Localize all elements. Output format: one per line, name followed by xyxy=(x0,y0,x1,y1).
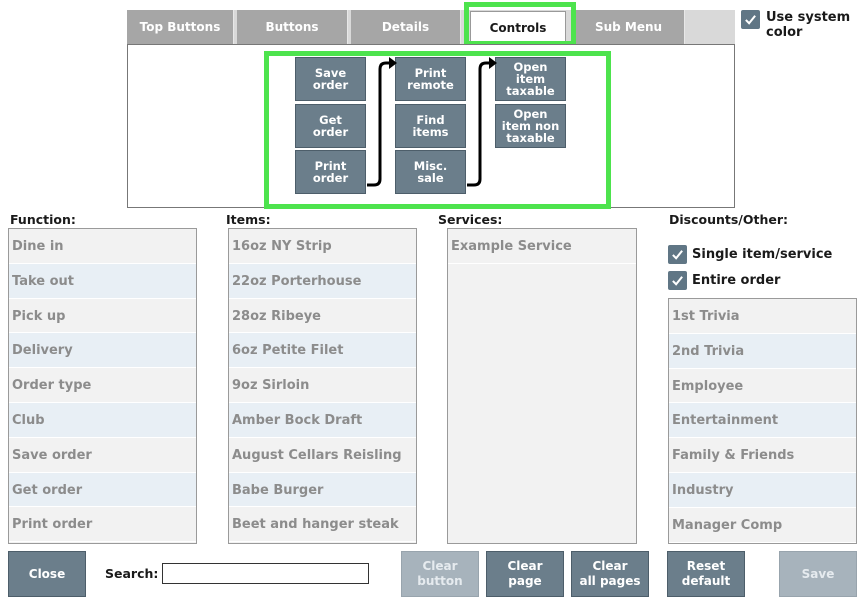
items-heading: Items: xyxy=(226,212,271,227)
list-item[interactable]: Print order xyxy=(9,507,196,543)
list-item[interactable]: 22oz Porterhouse xyxy=(229,263,416,299)
list-item[interactable]: August Cellars Reisling xyxy=(229,437,416,473)
entire-order-toggle[interactable]: Entire order xyxy=(668,271,780,290)
list-item[interactable]: 1st Trivia xyxy=(669,299,856,334)
checkbox-checked-icon[interactable] xyxy=(668,271,687,290)
list-item[interactable]: 28oz Ribeye xyxy=(229,298,416,334)
items-list[interactable]: 16oz NY Strip 22oz Porterhouse 28oz Ribe… xyxy=(228,228,417,544)
discounts-list[interactable]: 1st Trivia 2nd Trivia Employee Entertain… xyxy=(668,298,857,544)
list-item[interactable]: Manager Comp xyxy=(669,507,856,543)
reset-default-button[interactable]: Reset default xyxy=(667,551,745,597)
search-input[interactable] xyxy=(162,563,369,584)
list-item[interactable]: 16oz NY Strip xyxy=(229,229,416,264)
discounts-heading: Discounts/Other: xyxy=(669,212,789,227)
search-label: Search: xyxy=(105,566,159,581)
list-item[interactable]: Order type xyxy=(9,368,196,403)
list-item[interactable]: Take out xyxy=(9,263,196,299)
list-item[interactable]: Dine in xyxy=(9,229,196,264)
tab-sub-menu[interactable]: Sub Menu xyxy=(573,10,685,44)
tab-details[interactable]: Details xyxy=(351,10,461,44)
list-item[interactable]: 2nd Trivia xyxy=(669,333,856,369)
list-item[interactable]: Industry xyxy=(669,472,856,508)
list-item[interactable]: Employee xyxy=(669,368,856,404)
list-item[interactable]: Delivery xyxy=(9,333,196,369)
function-list[interactable]: Dine in Take out Pick up Delivery Order … xyxy=(8,228,197,544)
tab-top-buttons[interactable]: Top Buttons xyxy=(127,10,234,44)
clear-page-button[interactable]: Clear page xyxy=(486,551,564,597)
tab-bar: Top Buttons Buttons Details Controls Sub… xyxy=(127,10,735,44)
clear-button-button[interactable]: Clear button xyxy=(401,551,479,597)
list-item[interactable]: Save order xyxy=(9,437,196,473)
list-item[interactable]: Amber Bock Draft xyxy=(229,402,416,438)
preview-highlight xyxy=(264,51,611,209)
checkbox-checked-icon[interactable] xyxy=(741,10,760,29)
list-item[interactable]: 6oz Petite Filet xyxy=(229,333,416,369)
use-system-color-toggle[interactable]: Use system color xyxy=(741,10,850,40)
list-item[interactable]: Babe Burger xyxy=(229,472,416,508)
clear-all-pages-button[interactable]: Clear all pages xyxy=(571,551,649,597)
single-item-service-toggle[interactable]: Single item/service xyxy=(668,245,832,264)
single-item-service-label: Single item/service xyxy=(692,247,833,262)
entire-order-label: Entire order xyxy=(692,273,781,288)
list-item[interactable]: 9oz Sirloin xyxy=(229,368,416,403)
services-heading: Services: xyxy=(438,212,503,227)
use-system-color-label: Use system color xyxy=(766,10,851,40)
function-heading: Function: xyxy=(10,212,76,227)
save-button[interactable]: Save xyxy=(779,551,857,597)
list-item[interactable]: Beet and hanger steak xyxy=(229,507,416,543)
list-item[interactable]: Club xyxy=(9,402,196,438)
services-list[interactable]: Example Service xyxy=(447,228,637,544)
list-item[interactable]: Family & Friends xyxy=(669,438,856,473)
list-item[interactable]: Pick up xyxy=(9,298,196,334)
checkbox-checked-icon[interactable] xyxy=(668,245,687,264)
close-button[interactable]: Close xyxy=(8,551,86,597)
list-item[interactable]: Entertainment xyxy=(669,403,856,439)
tab-buttons[interactable]: Buttons xyxy=(237,10,348,44)
list-item[interactable]: Get order xyxy=(9,472,196,508)
active-tab-highlight xyxy=(464,2,576,46)
list-item[interactable]: Example Service xyxy=(448,229,636,264)
